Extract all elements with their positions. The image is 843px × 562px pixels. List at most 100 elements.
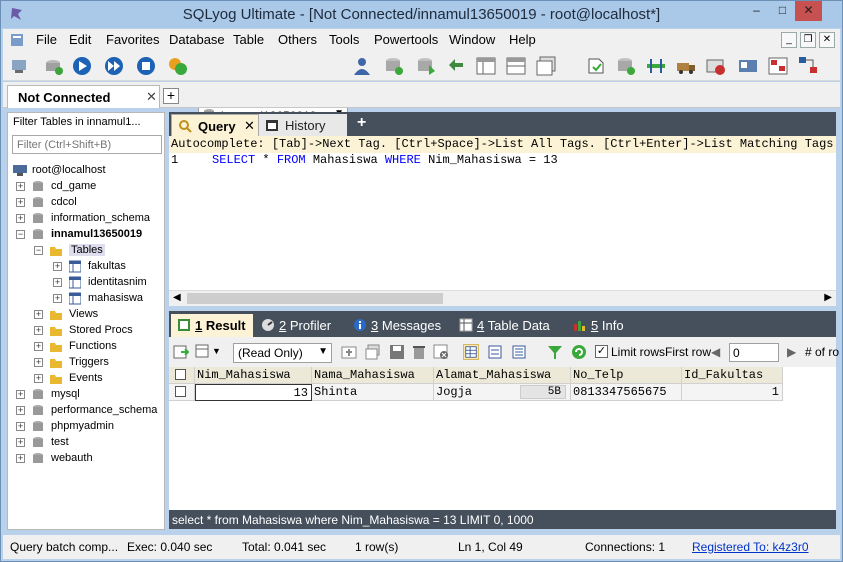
new-connection-icon[interactable] [9,55,31,77]
export-database-icon[interactable] [415,55,437,77]
connection-tab[interactable]: Not Connected ✕ [7,85,160,108]
menu-powertools[interactable]: Powertools [374,32,438,47]
menu-file[interactable]: File [36,32,57,47]
editor-horizontal-scrollbar[interactable]: ◀ ▶ [169,290,836,306]
first-row-input[interactable]: 0 [729,343,779,362]
save-icon[interactable] [389,344,405,360]
tree-db-test[interactable]: + test [16,435,166,451]
data-sync-icon[interactable] [645,55,667,77]
expand-icon[interactable]: + [16,438,25,447]
mdi-minimize-button[interactable]: _ [781,32,797,48]
collapse-icon[interactable]: − [16,230,25,239]
column-header[interactable]: Alamat_Mahasiswa [434,367,571,384]
row-checkbox[interactable] [175,386,186,397]
menu-window[interactable]: Window [449,32,495,47]
tab-result[interactable]: 1 Result [171,314,253,337]
close-icon[interactable]: ✕ [244,118,255,134]
expand-icon[interactable]: + [34,310,43,319]
tree-table-identitasnim[interactable]: + identitasnim [53,275,163,291]
row-select-cell[interactable] [169,384,195,401]
migration-icon[interactable] [675,55,697,77]
expand-icon[interactable]: + [34,358,43,367]
table-cell[interactable]: Jogja 5B [434,384,571,401]
export-icon[interactable] [173,344,189,360]
notifications-icon[interactable] [737,55,759,77]
new-connection-tab-button[interactable]: + [163,88,179,104]
expand-icon[interactable]: + [16,454,25,463]
expand-icon[interactable]: + [16,214,25,223]
tree-db-performance-schema[interactable]: + performance_schema [16,403,166,419]
table-cell[interactable]: 1 [682,384,783,401]
user-manager-icon[interactable] [351,55,373,77]
table-cell[interactable]: 0813347565675 [571,384,682,401]
expand-icon[interactable]: + [53,262,62,271]
tree-folder-stored-procs[interactable]: + Stored Procs [34,323,164,339]
table-structure-icon[interactable] [475,55,497,77]
tree-table-fakultas[interactable]: + fakultas [53,259,163,275]
table-copy-icon[interactable] [535,55,557,77]
table-cell[interactable]: Shinta [312,384,434,401]
tree-folder-tables[interactable]: − Tables [34,243,164,259]
stop-query-icon[interactable] [135,55,157,77]
database-sync-icon[interactable] [615,55,637,77]
expand-icon[interactable]: + [16,182,25,191]
mdi-close-button[interactable]: ✕ [819,32,835,48]
query-builder-icon[interactable] [767,55,789,77]
import-database-icon[interactable] [383,55,405,77]
tab-table-data[interactable]: 4 Table Data [453,314,559,337]
grid-view-icon[interactable] [463,344,479,360]
tree-table-mahasiswa[interactable]: + mahasiswa [53,291,163,307]
close-button[interactable]: ✕ [795,1,822,21]
column-header[interactable]: Nim_Mahasiswa [195,367,312,384]
expand-icon[interactable]: + [16,390,25,399]
minimize-button[interactable]: – [743,1,770,21]
limit-rows-checkbox[interactable]: ✓ [595,345,608,358]
select-all-checkbox[interactable] [175,369,186,380]
schema-designer-icon[interactable] [797,55,819,77]
duplicate-row-icon[interactable] [365,344,381,360]
next-page-icon[interactable]: ▶ [787,345,796,359]
expand-icon[interactable]: + [16,406,25,415]
tree-folder-events[interactable]: + Events [34,371,164,387]
tab-query[interactable]: Query ✕ [171,114,259,136]
tree-db-webauth[interactable]: + webauth [16,451,166,467]
scroll-right-icon[interactable]: ▶ [824,292,832,303]
tree-folder-functions[interactable]: + Functions [34,339,164,355]
menu-favorites[interactable]: Favorites [106,32,159,47]
schema-sync-icon[interactable] [585,55,607,77]
menu-help[interactable]: Help [509,32,536,47]
tree-db-mysql[interactable]: + mysql [16,387,166,403]
menu-database[interactable]: Database [169,32,225,47]
menu-table[interactable]: Table [233,32,264,47]
backup-icon[interactable] [445,55,467,77]
select-all-header[interactable] [169,367,195,384]
collapse-icon[interactable]: − [34,246,43,255]
expand-icon[interactable]: + [34,374,43,383]
menu-others[interactable]: Others [278,32,317,47]
delete-row-icon[interactable] [411,344,427,360]
table-cell[interactable]: 13 [195,384,312,401]
filter-input[interactable] [12,135,162,154]
document-icon[interactable] [9,32,25,48]
tree-db-phpmyadmin[interactable]: + phpmyadmin [16,419,166,435]
copy-grid-icon[interactable] [195,344,211,360]
column-header[interactable]: No_Telp [571,367,682,384]
cancel-changes-icon[interactable] [433,344,449,360]
tab-info[interactable]: 5 Info [567,314,637,337]
form-view-icon[interactable] [487,344,503,360]
column-header[interactable]: Nama_Mahasiswa [312,367,434,384]
expand-icon[interactable]: + [53,278,62,287]
tree-db-cdcol[interactable]: + cdcol [16,195,166,211]
edit-mode-select[interactable]: (Read Only) ▼ [233,343,332,363]
refresh-object-browser-icon[interactable] [167,55,189,77]
mdi-restore-button[interactable]: ❐ [800,32,816,48]
execute-query-icon[interactable] [71,55,93,77]
expand-icon[interactable]: + [34,326,43,335]
chevron-down-icon[interactable]: ▼ [212,346,221,356]
menu-tools[interactable]: Tools [329,32,359,47]
scheduler-icon[interactable] [705,55,727,77]
tab-history[interactable]: History [259,114,347,136]
tree-db-innamul13650019[interactable]: − innamul13650019 [16,227,166,243]
tab-messages[interactable]: 3 Messages [347,314,445,337]
expand-icon[interactable]: + [16,422,25,431]
